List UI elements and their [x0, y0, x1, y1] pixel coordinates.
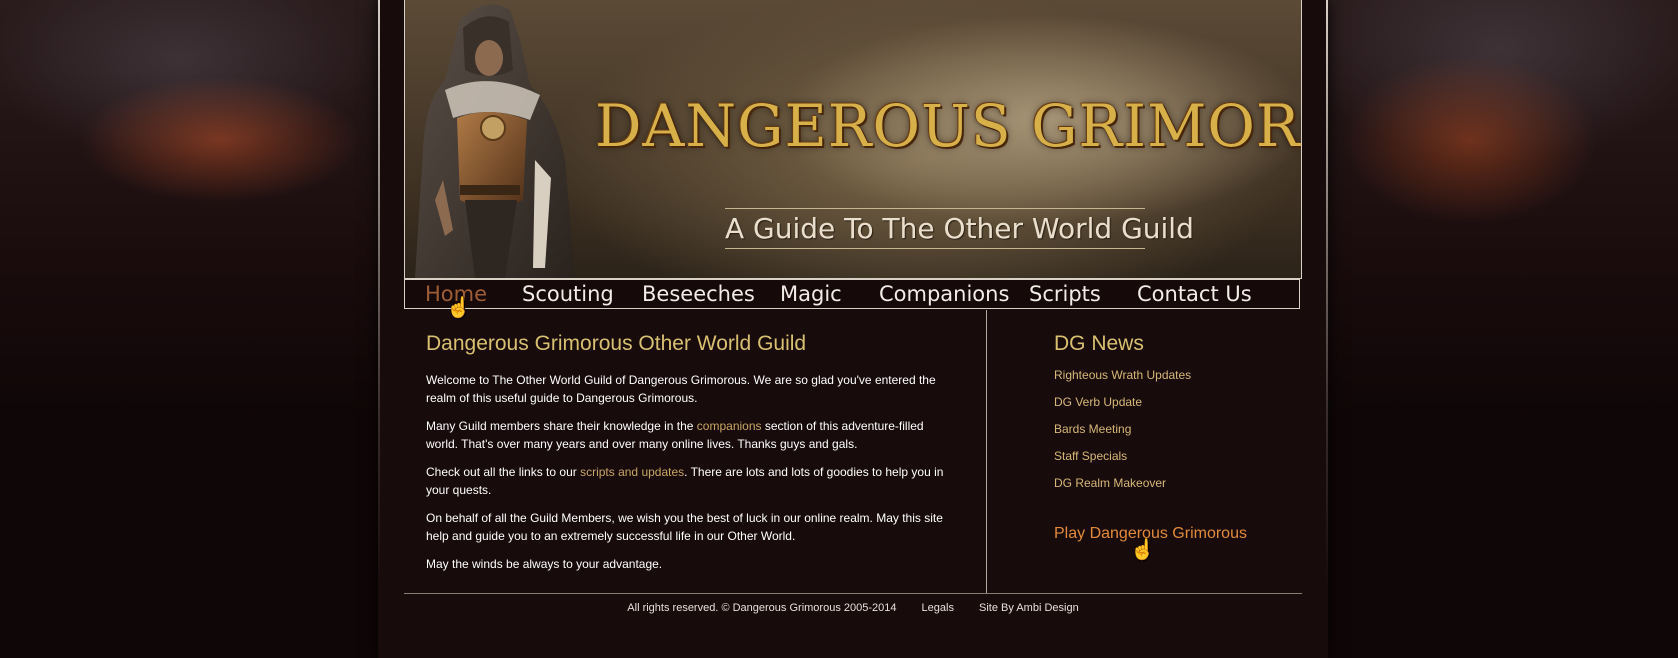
- news-link[interactable]: Bards Meeting: [1054, 420, 1304, 438]
- site-background: DANGEROUS GRIMOROUS A Guide To The Other…: [0, 0, 1678, 658]
- news-sidebar: DG News Righteous Wrath Updates DG Verb …: [1054, 331, 1304, 544]
- hooded-warrior-illustration: [415, 4, 575, 278]
- closing-paragraph: May the winds be always to your advantag…: [426, 557, 663, 571]
- main-navigation: Home Scouting Beseeches Magic Companions…: [404, 279, 1300, 309]
- header-banner: DANGEROUS GRIMOROUS A Guide To The Other…: [404, 0, 1302, 279]
- best-wishes-paragraph: On behalf of all the Guild Members, we w…: [426, 511, 943, 543]
- nav-item-scripts[interactable]: Scripts: [1029, 280, 1101, 308]
- play-game-link[interactable]: Play Dangerous Grimorous: [1054, 524, 1304, 544]
- nav-item-beseeches[interactable]: Beseeches: [642, 280, 755, 308]
- news-link[interactable]: Staff Specials: [1054, 447, 1304, 465]
- scripts-and-updates-link[interactable]: scripts and updates: [580, 465, 684, 479]
- hand-pointer-icon: ☝: [1130, 539, 1155, 561]
- page-title: Dangerous Grimorous Other World Guild: [426, 332, 807, 355]
- news-link[interactable]: DG Verb Update: [1054, 393, 1304, 411]
- nav-item-companions[interactable]: Companions: [879, 280, 1009, 308]
- copyright-text: All rights reserved. © Dangerous Grimoro…: [627, 602, 897, 614]
- nav-item-magic[interactable]: Magic: [780, 280, 842, 308]
- news-link[interactable]: Righteous Wrath Updates: [1054, 366, 1304, 384]
- companions-link[interactable]: companions: [697, 419, 762, 433]
- main-content: Dangerous Grimorous Other World Guild We…: [426, 331, 946, 583]
- nav-item-scouting[interactable]: Scouting: [522, 280, 614, 308]
- column-divider: [986, 310, 987, 593]
- legals-link[interactable]: Legals: [922, 602, 954, 614]
- site-credit-link[interactable]: Site By Ambi Design: [979, 602, 1079, 614]
- banner-title: DANGEROUS GRIMOROUS: [595, 92, 1301, 160]
- paragraph-text: Check out all the links to our: [426, 465, 581, 479]
- footer-divider: [404, 593, 1302, 594]
- news-heading: DG News: [1054, 332, 1144, 355]
- paragraph-text: Many Guild members share their knowledge…: [426, 419, 697, 433]
- footer: All rights reserved. © Dangerous Grimoro…: [404, 600, 1302, 616]
- nav-item-contact-us[interactable]: Contact Us: [1137, 280, 1252, 308]
- hand-pointer-icon: ☝: [446, 297, 471, 319]
- companions-paragraph: Many Guild members share their knowledge…: [426, 417, 946, 453]
- news-link[interactable]: DG Realm Makeover: [1054, 474, 1304, 492]
- welcome-paragraph: Welcome to The Other World Guild of Dang…: [426, 373, 936, 405]
- banner-subtitle: A Guide To The Other World Guild: [725, 208, 1194, 249]
- scripts-paragraph: Check out all the links to our scripts a…: [426, 463, 946, 499]
- page-container: DANGEROUS GRIMOROUS A Guide To The Other…: [378, 0, 1328, 658]
